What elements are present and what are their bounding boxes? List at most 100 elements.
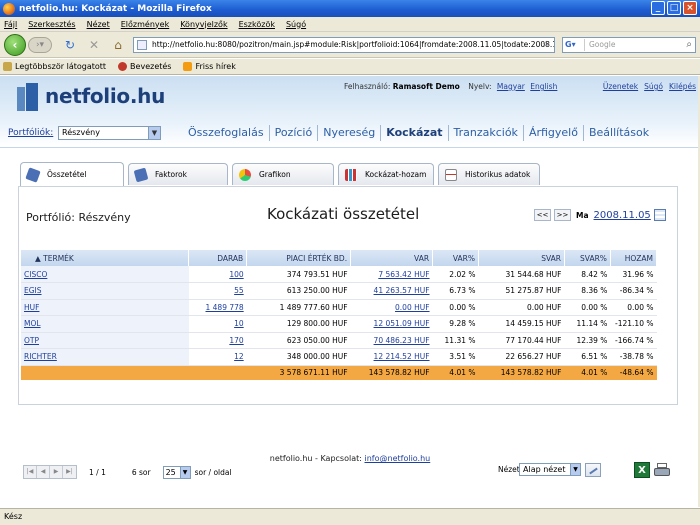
col-quantity[interactable]: DARAB: [188, 250, 248, 266]
row-count: 6 sor: [131, 467, 151, 477]
cell-quantity-link[interactable]: 55: [234, 286, 244, 295]
portfolio-select[interactable]: Részvény ▼: [58, 126, 161, 140]
back-button[interactable]: ‹: [4, 34, 26, 56]
cell-product-link[interactable]: HUF: [24, 303, 39, 312]
lang-english-link[interactable]: English: [530, 82, 557, 91]
nav-transactions[interactable]: Tranzakciók: [449, 125, 524, 141]
bookmark-star-icon[interactable]: ☆: [542, 40, 550, 50]
bookmark-intro[interactable]: Bevezetés: [118, 62, 171, 71]
reload-icon[interactable]: ↻: [62, 37, 78, 53]
menu-bookmarks[interactable]: Könyvjelzők: [180, 20, 227, 29]
nav-risk[interactable]: Kockázat: [381, 125, 449, 141]
menu-edit[interactable]: Szerkesztés: [28, 20, 75, 29]
search-icon[interactable]: ⌕: [686, 38, 692, 52]
view-select[interactable]: Alap nézet ▼: [519, 463, 581, 476]
col-market-value[interactable]: PIACI ÉRTÉK BD.: [246, 250, 352, 266]
portfolio-label[interactable]: Portfóliók:: [8, 128, 53, 138]
logout-link[interactable]: Kilépés: [669, 82, 696, 91]
site-logo[interactable]: netfolio.hu: [45, 84, 165, 108]
rows-per-page-select[interactable]: 25 ▼: [162, 465, 191, 479]
next-page-icon[interactable]: ▶: [50, 466, 63, 478]
tab-historical[interactable]: Historikus adatok: [438, 163, 540, 185]
col-product[interactable]: ▲ TERMÉK: [21, 250, 190, 266]
cell-quantity-link[interactable]: 170: [229, 336, 243, 345]
cell-var-link[interactable]: 41 263.57 HUF: [374, 286, 430, 295]
calendar-icon[interactable]: [653, 209, 666, 221]
col-svar-percent[interactable]: SVAR%: [564, 250, 611, 266]
cell-var-link[interactable]: 7 563.42 HUF: [378, 270, 429, 279]
bookmark-news[interactable]: Friss hírek: [183, 62, 236, 71]
menu-view[interactable]: Nézet: [87, 20, 110, 29]
nav-profit[interactable]: Nyereség: [318, 125, 382, 141]
col-var[interactable]: VAR: [350, 250, 434, 266]
cell-var: 7 563.42 HUF: [350, 266, 433, 283]
close-button[interactable]: ×: [683, 1, 697, 15]
cell-var-link[interactable]: 70 486.23 HUF: [374, 336, 430, 345]
cell-svar-percent-value: 11.14 %: [576, 319, 608, 329]
forward-button[interactable]: ›▾: [28, 37, 52, 53]
netfolio-logo-icon[interactable]: [17, 83, 39, 111]
prev-date-button[interactable]: <<: [534, 209, 551, 221]
total-cell-product: [21, 365, 189, 380]
excel-export-icon[interactable]: X: [634, 462, 650, 478]
cell-var: 0.00 HUF: [350, 299, 433, 316]
page-icon: [137, 40, 147, 50]
cell-market-value: 348 000.00 HUF: [246, 348, 351, 366]
nav-price-watch[interactable]: Árfigyelő: [524, 125, 584, 141]
url-input[interactable]: http://netfolio.hu:8080/pozitron/main.js…: [133, 37, 555, 53]
cell-product-link[interactable]: CISCO: [24, 270, 47, 279]
menu-tools[interactable]: Eszközök: [239, 20, 275, 29]
table-pager: |◀ ◀ ▶ ▶| 1 / 1 6 sor 25 ▼ sor / oldal N…: [23, 461, 675, 483]
tab-factors[interactable]: Faktorok: [128, 163, 228, 185]
col-svar[interactable]: SVAR: [478, 250, 565, 266]
table-row: EGIS 55 613 250.00 HUF 41 263.57 HUF 6.73 % 5…: [21, 282, 657, 300]
date-link[interactable]: 2008.11.05: [594, 210, 651, 221]
cell-var-link[interactable]: 12 214.52 HUF: [374, 352, 430, 361]
minimize-button[interactable]: _: [651, 1, 665, 15]
cell-quantity-link[interactable]: 12: [234, 352, 244, 361]
today-button[interactable]: Ma: [576, 211, 589, 220]
last-page-icon[interactable]: ▶|: [63, 466, 76, 478]
prev-page-icon[interactable]: ◀: [37, 466, 50, 478]
edit-view-icon[interactable]: [585, 463, 601, 477]
menu-file[interactable]: Fájl: [4, 20, 17, 29]
cell-quantity-link[interactable]: 10: [234, 319, 244, 328]
col-return[interactable]: HOZAM: [610, 250, 658, 266]
cell-product-link[interactable]: OTP: [24, 336, 39, 345]
tab-chart[interactable]: Grafikon: [232, 163, 334, 185]
nav-settings[interactable]: Beállítások: [584, 125, 654, 141]
messages-link[interactable]: Üzenetek: [603, 82, 638, 91]
tab-composition[interactable]: Összetétel: [20, 162, 124, 186]
cell-return: -121.10 %: [610, 315, 657, 333]
contact-email-link[interactable]: info@netfolio.hu: [365, 454, 431, 463]
cell-product-link[interactable]: EGIS: [24, 286, 42, 295]
table-row: HUF 1 489 778 1 489 777.60 HUF 0.00 HUF 0.00…: [21, 299, 657, 316]
menu-help[interactable]: Súgó: [286, 20, 306, 29]
tab-risk-return[interactable]: Kockázat-hozam: [338, 163, 434, 185]
help-link[interactable]: Súgó: [644, 82, 663, 91]
nav-position[interactable]: Pozíció: [270, 125, 319, 141]
total-cell-svar-percent: 4.01 %: [564, 365, 611, 380]
first-page-icon[interactable]: |◀: [24, 466, 37, 478]
stop-icon[interactable]: ✕: [86, 37, 102, 53]
maximize-button[interactable]: □: [667, 1, 681, 15]
bookmark-most-visited[interactable]: Legtöbbször látogatott: [3, 62, 106, 71]
cell-product-link[interactable]: MOL: [24, 319, 41, 328]
lang-magyar-link[interactable]: Magyar: [497, 82, 525, 91]
print-icon[interactable]: [654, 463, 670, 477]
cell-svar-percent-value: 0.00 %: [581, 302, 608, 312]
google-icon[interactable]: G▾: [565, 39, 585, 51]
cell-var-link[interactable]: 12 051.09 HUF: [374, 319, 430, 328]
status-text: Kész: [4, 512, 23, 521]
cell-quantity-link[interactable]: 100: [229, 270, 243, 279]
search-input[interactable]: G▾ Google ⌕: [562, 37, 696, 53]
next-date-button[interactable]: >>: [554, 209, 571, 221]
cell-quantity-link[interactable]: 1 489 778: [206, 303, 244, 312]
cell-var-percent-value: 2.02 %: [449, 269, 476, 279]
menu-history[interactable]: Előzmények: [121, 20, 169, 29]
nav-summary[interactable]: Összefoglalás: [183, 125, 270, 141]
cell-var-link[interactable]: 0.00 HUF: [395, 303, 430, 312]
cell-product-link[interactable]: RICHTER: [24, 352, 57, 361]
col-var-percent[interactable]: VAR%: [432, 250, 480, 266]
home-icon[interactable]: ⌂: [110, 37, 126, 53]
